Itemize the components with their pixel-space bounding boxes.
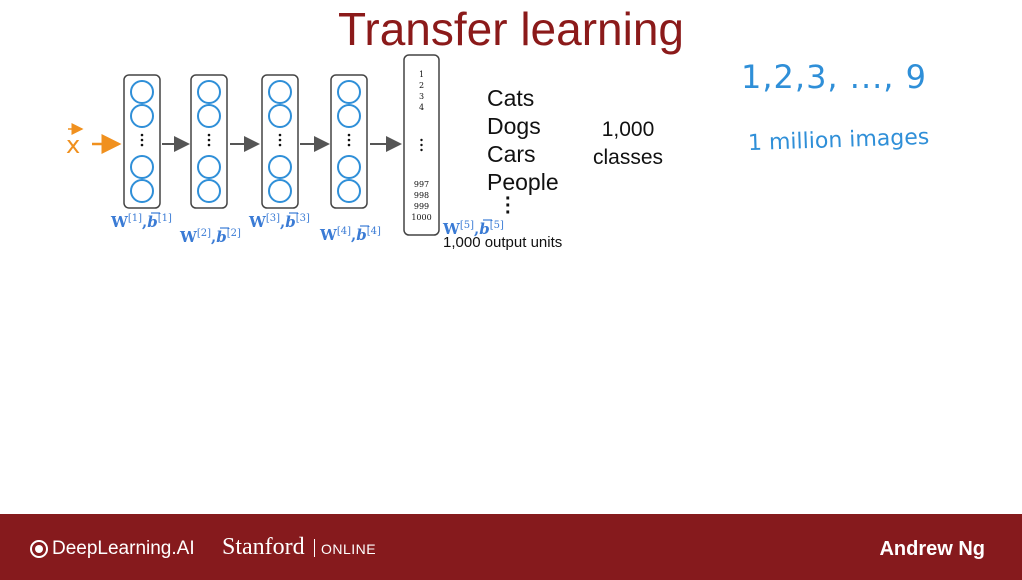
- output-unit: 3: [419, 92, 424, 101]
- svg-text:W[2],b[2]: W[2],b[2]: [179, 228, 241, 246]
- class-item: Cars: [487, 141, 536, 167]
- deeplearning-logo: DeepLearning.AI: [30, 538, 195, 560]
- hidden-layer-3: [261, 74, 299, 209]
- input-x-label: x: [66, 131, 80, 159]
- handwritten-digits: 1,2,3, ..., 9: [741, 58, 927, 96]
- output-unit: 4: [419, 103, 424, 112]
- weight-label-4: W[4],b[4]: [319, 226, 381, 244]
- class-list-ellipsis: · · ·: [505, 188, 512, 224]
- output-unit: 1: [419, 70, 424, 79]
- output-unit: 2: [419, 81, 424, 90]
- weight-label-2: W[2],b[2]: [179, 228, 241, 246]
- class-item: Dogs: [487, 113, 541, 139]
- svg-text:W[1],b[1]: W[1],b[1]: [110, 213, 172, 231]
- class-list: Cats Dogs Cars People: [487, 84, 559, 196]
- footer-bar: DeepLearning.AI Stanford ONLINE Andrew N…: [0, 514, 1022, 580]
- output-unit: 1000: [411, 213, 431, 222]
- output-unit: 998: [414, 191, 429, 200]
- weight-label-1: W[1],b[1]: [110, 213, 172, 231]
- output-unit: 999: [414, 202, 429, 211]
- class-item: Cats: [487, 85, 535, 111]
- hidden-layer-2: [190, 74, 228, 209]
- hidden-layer-1: [123, 74, 161, 209]
- output-units-caption: 1,000 output units: [443, 234, 563, 251]
- weight-label-3: W[3],b[3]: [248, 213, 310, 231]
- class-item: People: [487, 169, 559, 195]
- output-layer: 1 2 3 4 997 998 999 1000: [403, 54, 440, 236]
- stanford-logo: Stanford: [222, 534, 305, 560]
- stanford-online-label: ONLINE: [314, 539, 376, 557]
- svg-text:W[4],b[4]: W[4],b[4]: [319, 226, 381, 244]
- num-classes-label: 1,000 classes: [592, 118, 664, 169]
- hidden-layer-4: [330, 74, 368, 209]
- svg-text:W[3],b[3]: W[3],b[3]: [248, 213, 310, 231]
- output-unit: 997: [414, 180, 429, 189]
- deeplearning-logo-icon: [30, 540, 48, 558]
- presenter-name: Andrew Ng: [879, 538, 985, 560]
